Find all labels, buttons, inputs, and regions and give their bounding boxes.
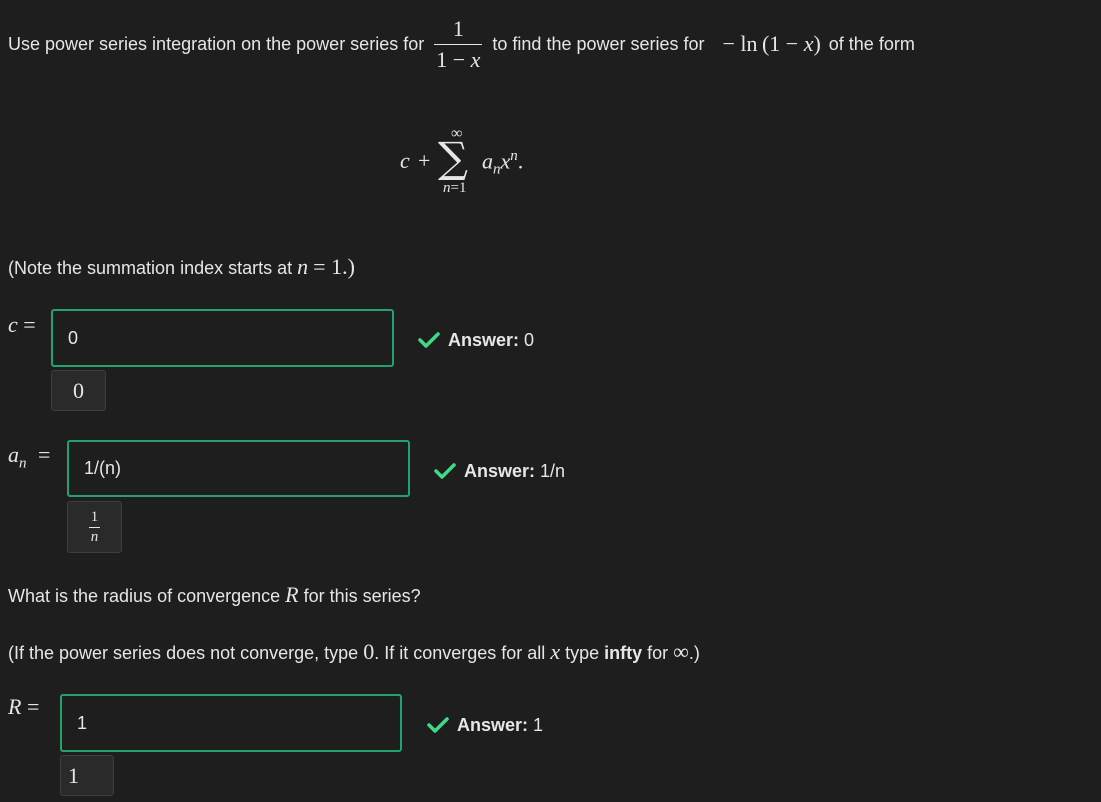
hint-part-1: (If the power series does not converge, … bbox=[8, 643, 359, 663]
R-feedback: Answer: 1 bbox=[427, 713, 543, 737]
an-label-sub: n bbox=[19, 455, 27, 472]
denominator-one-minus: 1 − bbox=[436, 46, 471, 72]
R-label-eq: = bbox=[26, 694, 40, 719]
formula-sigma: ∑ bbox=[438, 133, 468, 182]
fraction-one-over-one-minus-x: 1 1 − x bbox=[434, 15, 483, 72]
check-icon bbox=[434, 463, 456, 479]
formula-term: anxn. bbox=[482, 148, 523, 179]
fraction-bar bbox=[434, 43, 483, 45]
radius-question-text-after: for this series? bbox=[303, 586, 421, 606]
hint-part-2: . If it converges for all bbox=[374, 643, 546, 663]
an-feedback: Answer: 1/n bbox=[434, 459, 565, 483]
hint-zero: 0 bbox=[363, 639, 375, 664]
an-preview-bar bbox=[88, 526, 101, 528]
hint-var-x: x bbox=[550, 639, 561, 664]
an-answer-input[interactable] bbox=[67, 440, 410, 497]
radius-question-var: R bbox=[285, 582, 299, 607]
an-preview-numerator: 1 bbox=[90, 508, 99, 525]
hint-infty-keyword: infty bbox=[604, 643, 643, 663]
term-a: a bbox=[482, 148, 493, 174]
check-icon bbox=[427, 717, 449, 733]
lower-limit-n: n bbox=[443, 180, 451, 196]
series-formula: c + ∞ ∑ n=1 anxn. bbox=[398, 122, 558, 202]
an-feedback-value: 1/n bbox=[540, 460, 566, 481]
an-preview: 1 n bbox=[67, 501, 122, 553]
R-label: R = bbox=[8, 694, 39, 720]
R-feedback-value: 1 bbox=[533, 714, 544, 735]
an-preview-fraction: 1 n bbox=[88, 508, 101, 546]
fraction-numerator: 1 bbox=[452, 15, 464, 41]
note-text: (Note the summation index starts at bbox=[8, 258, 293, 278]
c-label-var: c bbox=[8, 312, 18, 337]
hint-infinity-symbol: ∞ bbox=[673, 639, 689, 664]
radius-question-text: What is the radius of convergence bbox=[8, 586, 281, 606]
lower-limit-eq-one: =1 bbox=[450, 180, 467, 196]
an-feedback-label: Answer: bbox=[464, 460, 536, 481]
denominator-x: x bbox=[470, 46, 481, 72]
term-sup-n: n bbox=[510, 148, 518, 164]
radius-question: What is the radius of convergence R for … bbox=[8, 583, 421, 608]
note-var-n: n bbox=[297, 254, 309, 279]
intro-line: Use power series integration on the powe… bbox=[8, 14, 915, 74]
formula-c: c bbox=[400, 148, 410, 173]
an-label-var: a bbox=[8, 442, 19, 467]
radius-hint: (If the power series does not converge, … bbox=[8, 640, 700, 665]
target-minus-ln: − ln bbox=[722, 31, 758, 56]
an-preview-denominator: n bbox=[90, 528, 99, 545]
formula-plus: + bbox=[418, 148, 431, 173]
term-x: x bbox=[500, 148, 511, 174]
check-icon bbox=[418, 332, 440, 348]
fraction-denominator: 1 − x bbox=[434, 46, 482, 72]
intro-text-after: of the form bbox=[828, 34, 915, 54]
target-paren-open: (1 − bbox=[761, 31, 804, 56]
target-expression: − ln (1 − x) bbox=[723, 32, 821, 56]
intro-text-middle: to find the power series for bbox=[492, 34, 705, 54]
an-label-eq: = bbox=[38, 442, 51, 467]
formula-lower-limit: n=1 bbox=[443, 180, 466, 197]
c-feedback-label: Answer: bbox=[448, 329, 520, 350]
c-feedback: Answer: 0 bbox=[418, 328, 534, 352]
c-label: c = bbox=[8, 312, 36, 338]
an-label: an = bbox=[8, 442, 50, 472]
R-preview-value: 1 bbox=[68, 762, 79, 788]
intro-text-before: Use power series integration on the powe… bbox=[8, 34, 425, 54]
c-preview-value: 0 bbox=[73, 377, 84, 403]
term-sub-n: n bbox=[493, 161, 501, 178]
note-eq-one: = 1.) bbox=[313, 254, 355, 279]
R-label-var: R bbox=[8, 694, 22, 719]
c-preview: 0 bbox=[51, 370, 106, 411]
c-answer-input[interactable] bbox=[51, 309, 394, 367]
term-period: . bbox=[517, 148, 524, 174]
hint-part-5: .) bbox=[688, 643, 700, 663]
c-label-eq: = bbox=[23, 312, 36, 337]
R-preview: 1 bbox=[60, 755, 114, 796]
R-answer-input[interactable] bbox=[60, 694, 402, 752]
R-feedback-label: Answer: bbox=[457, 714, 529, 735]
hint-part-4: for bbox=[647, 643, 669, 663]
c-feedback-value: 0 bbox=[524, 329, 535, 350]
note-line: (Note the summation index starts at n = … bbox=[8, 255, 355, 280]
hint-part-3: type bbox=[565, 643, 600, 663]
target-paren-close: ) bbox=[813, 31, 821, 56]
target-x: x bbox=[803, 31, 814, 56]
